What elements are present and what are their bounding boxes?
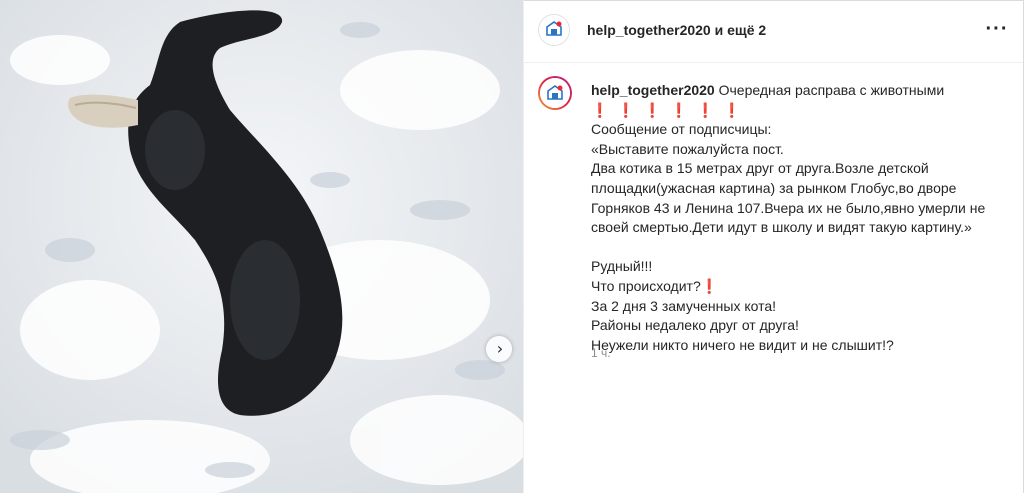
chevron-right-icon: › [496,339,504,358]
caption-line: Районы недалеко друг от друга! [591,317,799,334]
caption-avatar[interactable] [538,76,572,110]
caption-line [591,238,1011,258]
caption-exclamations: ❗❗❗❗❗❗ [591,101,750,118]
caption-intro: Очередная расправа с животными [714,82,945,98]
photo-image [0,0,523,493]
post-header: help_together2020 и ещё 2 ··· [524,0,1023,63]
post-sidebar: help_together2020 и ещё 2 ··· help_toget… [524,0,1023,493]
post-photo[interactable]: › [0,0,524,493]
post-timestamp[interactable]: 1 ч. [591,346,611,360]
caption-line: «Выставите пожалуйста пост. [591,140,784,157]
header-username[interactable]: help_together2020 [587,22,711,38]
help-logo-icon [540,78,570,108]
help-logo-icon [539,15,569,45]
caption-line: Рудный!!! [591,258,653,275]
caption-line: площадки(ужасная картина) за рынком Глоб… [591,179,957,196]
caption-line: своей смертью.Дети идут в школу и видят … [591,219,972,236]
caption-username[interactable]: help_together2020 [591,82,715,98]
caption-line: Два котика в 15 метрах друг от друга.Воз… [591,160,929,177]
more-horizontal-icon[interactable]: ··· [985,19,1009,40]
avatar[interactable] [538,14,570,46]
caption-line: За 2 дня 3 замученных кота! [591,297,777,314]
header-and-more[interactable]: и ещё 2 [711,22,767,38]
post-caption: help_together2020 Очередная расправа с ж… [591,81,1011,355]
caption-line: Неужели никто ничего не видит и не слыши… [591,336,894,353]
caption-line: Горняков 43 и Ленина 107.Вчера их не был… [591,199,986,216]
carousel-next-button[interactable]: › [486,336,512,362]
caption-first-line: help_together2020 Очередная расправа с ж… [591,81,1011,101]
header-title: help_together2020 и ещё 2 [587,22,766,38]
caption-line: Сообщение от подписчицы: [591,121,772,138]
caption-line: Что происходит?❗ [591,277,719,294]
